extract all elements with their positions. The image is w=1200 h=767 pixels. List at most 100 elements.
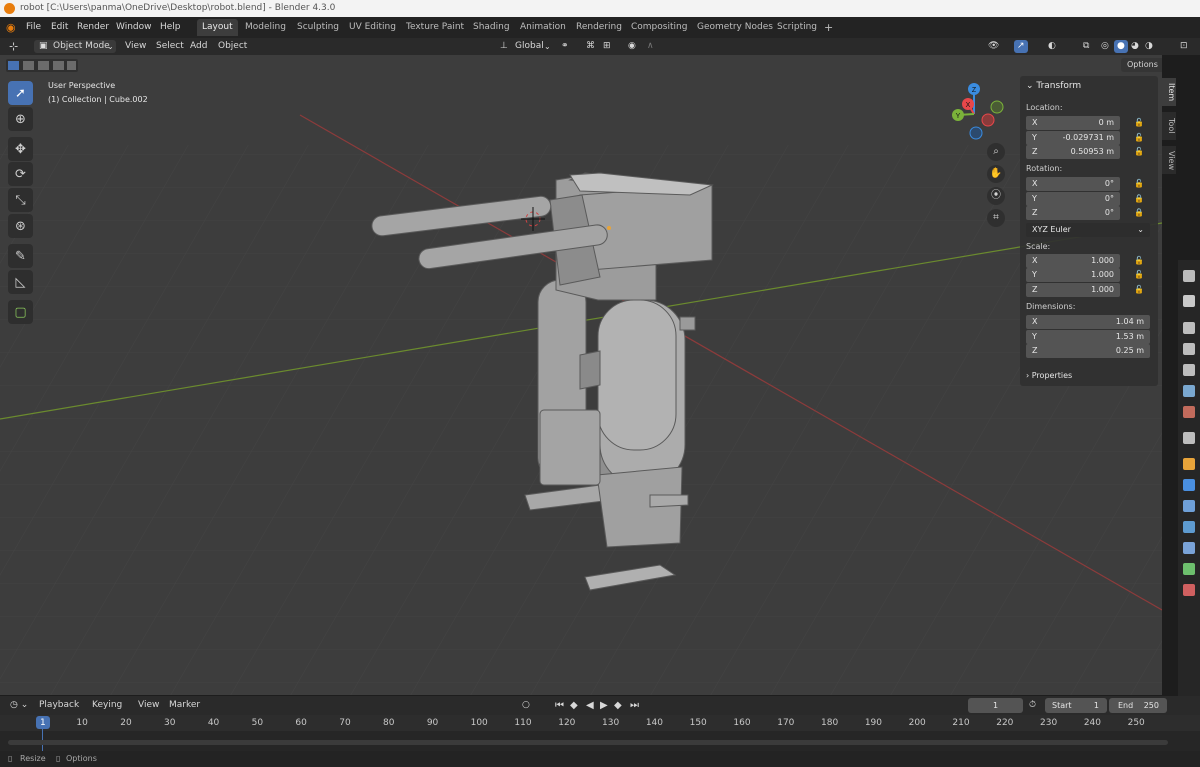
collection-properties-icon[interactable] (1183, 432, 1195, 444)
object-data-icon[interactable] (1183, 563, 1195, 575)
proportional-edit-icon[interactable]: ◉ (628, 38, 636, 55)
tab-modeling[interactable]: Modeling (240, 19, 291, 36)
record-icon[interactable]: ○ (522, 697, 530, 714)
timeline-scrollbar[interactable] (8, 740, 1168, 745)
particles-icon[interactable] (1183, 500, 1195, 512)
options-dropdown[interactable]: Options ⌄ (1121, 58, 1162, 72)
select-invert-icon[interactable] (53, 61, 64, 70)
rotation-z-field[interactable]: Z 0° (1026, 206, 1120, 220)
overlays-icon[interactable]: ◐ (1048, 38, 1056, 55)
rotation-mode-select[interactable]: XYZ Euler ⌄ (1026, 223, 1150, 237)
scale-tool[interactable]: ⤡ (8, 188, 33, 212)
visibility-icon[interactable]: 👁 (988, 38, 999, 55)
rotation-x-field[interactable]: X 0° (1026, 177, 1120, 191)
location-y-field[interactable]: Y -0.029731 m (1026, 131, 1120, 145)
grid-perspective-icon[interactable]: ⌗ (987, 209, 1005, 227)
play-icon[interactable]: ▶ (600, 697, 608, 714)
modifier-properties-icon[interactable] (1183, 479, 1195, 491)
snap-target-icon[interactable]: ⊞ (603, 38, 611, 55)
rendered-shading-icon[interactable]: ◑ (1145, 38, 1153, 55)
add-cube-tool[interactable]: ▢ (8, 300, 33, 324)
play-reverse-icon[interactable]: ◀ (586, 697, 594, 714)
menu-view[interactable]: View (125, 38, 146, 55)
start-frame-field[interactable]: Start 1 (1045, 698, 1107, 713)
tab-texture-paint[interactable]: Texture Paint (401, 19, 469, 36)
select-subtract-icon[interactable] (38, 61, 49, 70)
sidebar-tab-item[interactable]: Item (1162, 78, 1176, 106)
lock-icon[interactable]: 🔒 (1134, 195, 1144, 203)
editor-type-icon[interactable]: ⊹ (9, 38, 18, 55)
frame-ruler[interactable]: 1 10 20 30 40 50 60 70 80 90 100 110 120 130 140 150 160… (0, 715, 1200, 731)
tab-scripting[interactable]: Scripting (772, 19, 822, 36)
properties-section-header[interactable]: › Properties (1026, 371, 1072, 380)
tab-geometry-nodes[interactable]: Geometry Nodes (692, 19, 778, 36)
wireframe-shading-icon[interactable]: ◎ (1101, 38, 1109, 55)
menu-keying[interactable]: Keying (92, 697, 122, 714)
menu-view-timeline[interactable]: View (138, 697, 159, 714)
tab-shading[interactable]: Shading (468, 19, 515, 36)
lock-icon[interactable]: 🔒 (1134, 209, 1144, 217)
navigation-gizmo[interactable]: Z X Y (944, 79, 1014, 149)
tool-settings-icon[interactable] (1183, 295, 1195, 307)
unlock-icon[interactable]: 🔓 (1134, 180, 1144, 188)
menu-select[interactable]: Select (156, 38, 184, 55)
tab-uv-editing[interactable]: UV Editing (344, 19, 401, 36)
transform-section-header[interactable]: ⌄ Transform (1026, 81, 1081, 91)
tab-rendering[interactable]: Rendering (571, 19, 627, 36)
unlock-icon[interactable]: 🔓 (1134, 286, 1144, 294)
tab-compositing[interactable]: Compositing (626, 19, 692, 36)
scale-x-field[interactable]: X 1.000 (1026, 254, 1120, 268)
dimensions-y-field[interactable]: Y 1.53 m (1026, 330, 1150, 344)
zoom-icon[interactable]: ⌕ (987, 143, 1005, 161)
pan-hand-icon[interactable]: ✋ (987, 165, 1005, 183)
transform-orientation-select[interactable]: Global (515, 38, 544, 55)
menu-marker[interactable]: Marker (169, 697, 200, 714)
menu-object[interactable]: Object (218, 38, 247, 55)
stopwatch-icon[interactable]: ⏱ (1029, 697, 1036, 714)
move-tool[interactable]: ✥ (8, 137, 33, 161)
tab-sculpting[interactable]: Sculpting (292, 19, 344, 36)
current-frame-field[interactable]: 1 (968, 698, 1023, 713)
end-frame-field[interactable]: End 250 (1109, 698, 1167, 713)
select-intersect-icon[interactable] (67, 61, 76, 70)
tab-animation[interactable]: Animation (515, 19, 571, 36)
jump-start-icon[interactable]: ⏮ (555, 697, 564, 714)
menu-playback[interactable]: Playback (39, 697, 79, 714)
sidebar-tab-tool[interactable]: Tool (1162, 112, 1176, 140)
cursor-tool[interactable]: ⊕ (8, 107, 33, 131)
sidebar-tab-view[interactable]: View (1162, 146, 1176, 174)
location-x-field[interactable]: X 0 m (1026, 116, 1120, 130)
3d-viewport[interactable]: User Perspective (1) Collection | Cube.0… (0, 55, 1162, 695)
material-properties-icon[interactable] (1183, 584, 1195, 596)
menu-edit[interactable]: Edit (51, 17, 68, 38)
xray-icon[interactable]: ⧉ (1083, 38, 1089, 55)
prev-keyframe-icon[interactable]: ◆ (570, 697, 578, 714)
physics-icon[interactable] (1183, 521, 1195, 533)
transform-tool[interactable]: ⊛ (8, 214, 33, 238)
menu-file[interactable]: File (26, 17, 41, 38)
menu-add[interactable]: Add (190, 38, 207, 55)
next-keyframe-icon[interactable]: ◆ (614, 697, 622, 714)
world-properties-icon[interactable] (1183, 406, 1195, 418)
tool-properties-icon[interactable] (1183, 270, 1195, 282)
snap-icon[interactable]: ⌘ (586, 38, 595, 55)
tab-layout[interactable]: Layout (197, 19, 238, 36)
scale-y-field[interactable]: Y 1.000 (1026, 268, 1120, 282)
select-extend-icon[interactable] (23, 61, 34, 70)
timeline-editor-icon[interactable]: ◷ ⌄ (10, 697, 28, 714)
annotate-tool[interactable]: ✎ (8, 244, 33, 268)
rotation-y-field[interactable]: Y 0° (1026, 192, 1120, 206)
timeline-body[interactable]: 1 10 20 30 40 50 60 70 80 90 100 110 120 130 140 150 160… (0, 715, 1200, 751)
unlock-icon[interactable]: 🔓 (1134, 119, 1144, 127)
material-shading-icon[interactable]: ◕ (1131, 38, 1139, 55)
menu-window[interactable]: Window (116, 17, 152, 38)
unlock-icon[interactable]: 🔓 (1134, 257, 1144, 265)
view-layer-icon[interactable] (1183, 364, 1195, 376)
menu-render[interactable]: Render (77, 17, 109, 38)
select-box-tool[interactable]: ➚ (8, 81, 33, 105)
camera-icon[interactable]: ⦿ (987, 187, 1005, 205)
select-new-icon[interactable] (8, 61, 19, 70)
collapse-header-icon[interactable]: ⊡ (1180, 38, 1188, 55)
render-properties-icon[interactable] (1183, 322, 1195, 334)
add-workspace-button[interactable]: + (819, 19, 838, 36)
